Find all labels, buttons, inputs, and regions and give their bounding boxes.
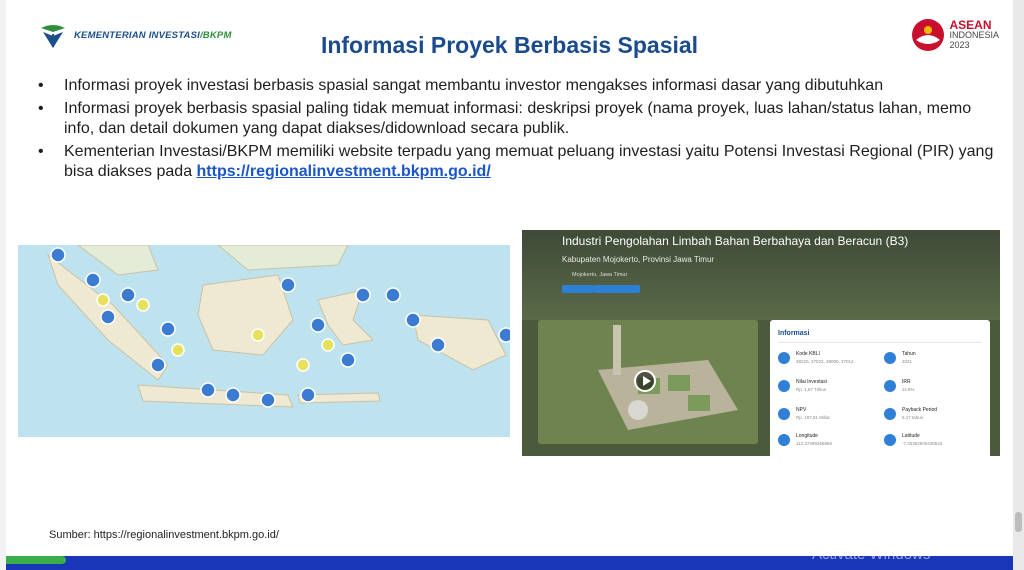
info-value: 38220, 37022, 39000, 37012 <box>796 359 854 364</box>
globe-icon <box>778 434 790 446</box>
percent-icon <box>884 380 896 392</box>
info-value: Rp. 1,67 Triliun <box>796 387 827 392</box>
bullet-item: • Informasi proyek berbasis spasial palin… <box>38 99 998 140</box>
project-badge <box>562 285 594 293</box>
project-subtitle: Kabupaten Mojokerto, Provinsi Jawa Timur <box>562 255 715 264</box>
project-video[interactable] <box>538 320 758 444</box>
asean-logo: ASEAN INDONESIA 2023 <box>911 18 999 52</box>
info-key: IRR <box>902 379 911 385</box>
info-value: -7.35362600428533 <box>902 441 943 446</box>
indonesia-investment-map <box>18 245 510 437</box>
footer-accent <box>6 556 66 564</box>
info-item: Kode KBLI 38220, 37022, 39000, 37012 <box>778 350 878 374</box>
project-location: Mojokerto, Jawa Timur <box>572 272 628 278</box>
bullet-list: • Informasi proyek investasi berbasis spa… <box>38 76 998 185</box>
asean-logo-line3: 2023 <box>949 40 970 50</box>
map-graphic <box>18 245 510 437</box>
bullet-text: Informasi proyek berbasis spasial paling… <box>64 99 972 138</box>
info-panel-heading: Informasi <box>778 330 810 337</box>
globe-icon <box>884 434 896 446</box>
project-title: Industri Pengolahan Limbah Bahan Berbaha… <box>562 234 909 248</box>
scrollbar[interactable] <box>1013 0 1024 570</box>
info-item: NPV Rp. 187,81 Miliar <box>778 406 878 430</box>
info-item: Payback Period 6,17 tahun <box>884 406 984 430</box>
source-caption: Sumber: https://regionalinvestment.bkpm.… <box>49 529 279 541</box>
info-item: Latitude -7.35362600428533 <box>884 432 984 456</box>
info-value: 112.37399266866 <box>796 441 832 446</box>
info-key: Latitude <box>902 433 920 439</box>
project-badge <box>594 285 640 293</box>
clock-icon <box>884 408 896 420</box>
bullet-marker: • <box>38 142 44 160</box>
chart-icon <box>778 408 790 420</box>
page-title: Informasi Proyek Berbasis Spasial <box>320 32 699 58</box>
pir-website-link[interactable]: https://regionalinvestment.bkpm.go.id/ <box>197 163 491 180</box>
asean-logo-line1: ASEAN <box>949 18 992 32</box>
kbli-icon <box>778 352 790 364</box>
info-key: Payback Period <box>902 407 938 413</box>
info-value: Rp. 187,81 Miliar <box>796 415 831 420</box>
info-key: Kode KBLI <box>796 351 820 357</box>
info-key: Longitude <box>796 433 818 439</box>
info-item: Nilai Investasi Rp. 1,67 Triliun <box>778 378 878 402</box>
play-icon[interactable] <box>634 370 656 392</box>
project-detail-screenshot: Industri Pengolahan Limbah Bahan Berbaha… <box>522 230 1000 456</box>
money-icon <box>778 380 790 392</box>
info-item: Tahun 2021 <box>884 350 984 374</box>
activate-windows-watermark: Activate Windows <box>812 546 931 563</box>
bullet-item: • Informasi proyek investasi berbasis spa… <box>38 76 998 97</box>
slide: KEMENTERIAN INVESTASI/BKPM Informasi Pro… <box>6 0 1013 570</box>
asean-logo-line2: INDONESIA <box>949 30 999 40</box>
calendar-icon <box>884 352 896 364</box>
bullet-text: Informasi proyek investasi berbasis spas… <box>64 77 884 94</box>
bullet-marker: • <box>38 77 44 94</box>
bullet-marker: • <box>38 99 44 117</box>
scrollbar-thumb[interactable] <box>1015 512 1022 532</box>
divider <box>778 342 982 343</box>
info-value: 6,17 tahun <box>902 415 924 420</box>
info-item: IRR 11,8% <box>884 378 984 402</box>
info-item: Longitude 112.37399266866 <box>778 432 878 456</box>
info-key: Nilai Investasi <box>796 379 827 385</box>
info-value: 2021 <box>902 359 913 364</box>
info-key: NPV <box>796 407 807 413</box>
info-value: 11,8% <box>902 387 915 392</box>
info-key: Tahun <box>902 351 916 357</box>
bullet-item: • Kementerian Investasi/BKPM memiliki web… <box>38 142 998 183</box>
asean-emblem-icon <box>912 19 945 51</box>
info-panel: Informasi Kode KBLI 38220, 37022, 39000, … <box>770 320 990 456</box>
